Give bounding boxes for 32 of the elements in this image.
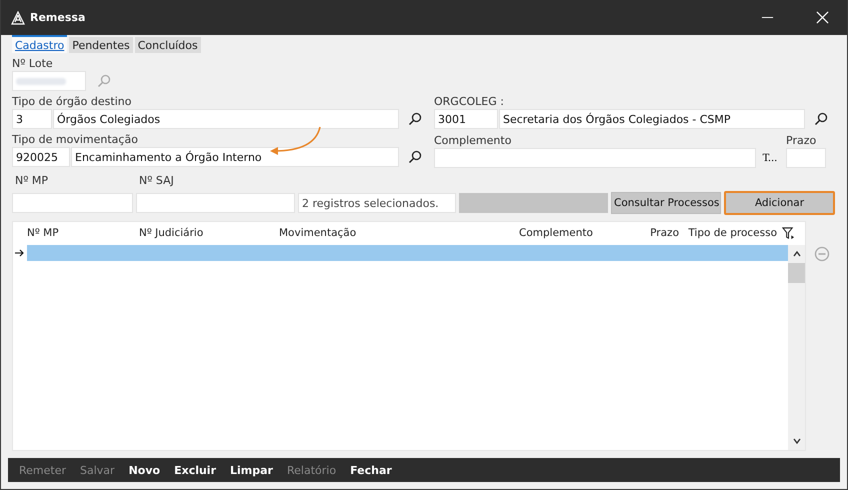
action-button[interactable]: Consultar Processos — [611, 192, 721, 214]
field-label: Tipo de órgão destino — [12, 96, 132, 108]
input-field[interactable]: 920025 — [12, 147, 70, 167]
field-label: Complemento — [434, 135, 512, 147]
window-title: Remessa — [30, 11, 86, 24]
input-field[interactable]: Órgãos Colegiados — [53, 109, 399, 129]
field-label: Tipo de movimentação — [12, 134, 139, 146]
input-field[interactable]: 3001 — [434, 109, 498, 129]
column-header[interactable]: Complemento — [519, 227, 639, 239]
column-header[interactable]: Tipo de processo — [679, 227, 777, 239]
text-button[interactable]: T... — [757, 152, 783, 164]
input-field[interactable]: Secretaria dos Órgãos Colegiados - CSMP — [499, 109, 805, 129]
input-field[interactable]: 3 — [12, 109, 52, 129]
column-header[interactable]: Movimentação — [279, 227, 519, 239]
toolbar-button[interactable]: Excluir — [170, 464, 220, 476]
column-header[interactable]: Prazo — [639, 227, 679, 239]
tab[interactable]: Concluídos — [134, 37, 201, 53]
field-label: ORGCOLEG : — [434, 96, 505, 108]
toolbar-button[interactable]: Novo — [124, 464, 164, 476]
field-label: Prazo — [786, 135, 818, 147]
input-field[interactable]: Encaminhamento a Órgão Interno — [71, 147, 399, 167]
tab[interactable]: Cadastro — [12, 35, 68, 53]
field-label: Nº Lote — [12, 58, 54, 70]
field-label: Nº MP — [14, 175, 50, 187]
column-header[interactable]: Nº MP — [27, 227, 139, 239]
toolbar-button[interactable]: Limpar — [226, 464, 277, 476]
action-button[interactable]: Adicionar — [724, 191, 835, 215]
field-label: Nº SAJ — [139, 175, 174, 187]
tab[interactable]: Pendentes — [69, 37, 133, 53]
status-text: 2 registros selecionados. — [298, 193, 456, 213]
toolbar-button[interactable]: Fechar — [346, 464, 396, 476]
column-header[interactable]: Nº Judiciário — [139, 227, 279, 239]
